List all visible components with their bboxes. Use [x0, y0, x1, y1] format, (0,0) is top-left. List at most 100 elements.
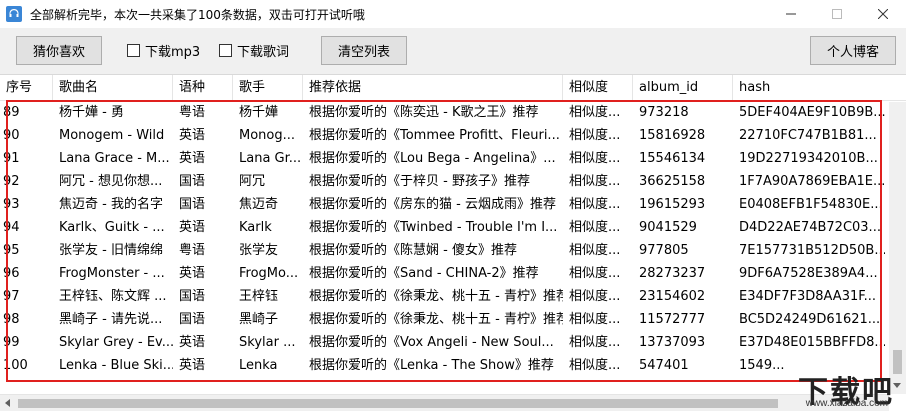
table-row[interactable]: 94 Karlk、Guitk - ... 英语 Karlk 根据你爱听的《Twinbed…: [0, 216, 885, 239]
cell-song: 张学友 - 旧情绵绵: [59, 243, 163, 258]
cell-index: 89: [3, 105, 20, 120]
cell-similarity: 相似度...: [569, 220, 621, 235]
scroll-down-arrow-icon[interactable]: [893, 383, 901, 388]
table-row[interactable]: 98 黑崎子 - 请先说... 国语 黑崎子 根据你爱听的《徐秉龙、桃十五 - 青柠》推…: [0, 308, 885, 331]
cell-basis: 根据你爱听的《Vox Angeli - New Soul...: [309, 335, 554, 350]
column-header-singer[interactable]: 歌手: [233, 75, 303, 101]
maximize-button[interactable]: [814, 0, 860, 28]
cell-similarity: 相似度...: [569, 197, 621, 212]
cell-basis: 根据你爱听的《Lenka - The Show》推荐: [309, 358, 554, 373]
cell-hash: 22710FC747B1B81...: [739, 128, 877, 143]
cell-language: 国语: [179, 289, 206, 304]
download-lyrics-checkbox[interactable]: 下载歌词: [219, 41, 290, 60]
cell-language: 英语: [179, 358, 206, 373]
close-button[interactable]: [860, 0, 906, 28]
cell-singer: 黑崎子: [239, 312, 279, 327]
cell-singer: Lana Gr...: [239, 151, 302, 166]
vertical-scrollbar[interactable]: [889, 102, 906, 394]
guess-you-like-button[interactable]: 猜你喜欢: [16, 36, 102, 65]
close-icon: [878, 9, 888, 19]
cell-album-id: 547401: [639, 358, 689, 373]
cell-similarity: 相似度...: [569, 128, 621, 143]
table-row[interactable]: 100 Lenka - Blue Ski... 英语 Lenka 根据你爱听的《Lenk…: [0, 354, 885, 377]
scroll-thumb[interactable]: [18, 399, 778, 408]
download-mp3-checkbox[interactable]: 下载mp3: [127, 41, 201, 60]
scroll-left-arrow-icon[interactable]: [5, 399, 10, 407]
cell-singer: 阿冗: [239, 174, 266, 189]
column-header-album-id[interactable]: album_id: [633, 75, 733, 101]
maximize-icon: [832, 9, 842, 19]
column-header-similarity[interactable]: 相似度: [563, 75, 633, 101]
window-title: 全部解析完毕，本次一共采集了100条数据，双击可打开试听哦: [30, 7, 365, 22]
checkbox-box[interactable]: [127, 43, 140, 57]
download-mp3-label: 下载mp3: [145, 44, 201, 60]
cell-song: 阿冗 - 想见你想...: [59, 174, 163, 189]
table-row[interactable]: 96 FrogMonster - ... 英语 FrogMo... 根据你爱听的《San…: [0, 262, 885, 285]
cell-basis: 根据你爱听的《陈奕迅 - K歌之王》推荐: [309, 105, 539, 120]
cell-similarity: 相似度...: [569, 358, 621, 373]
personal-blog-button[interactable]: 个人博客: [810, 36, 896, 65]
minimize-icon: [786, 13, 796, 15]
cell-song: Lenka - Blue Ski...: [59, 358, 173, 373]
cell-album-id: 15546134: [639, 151, 706, 166]
cell-singer: 王梓钰: [239, 289, 279, 304]
table-row[interactable]: 99 Skylar Grey - Ev... 英语 Skylar ... 根据你爱听的《…: [0, 331, 885, 354]
cell-language: 英语: [179, 151, 206, 166]
cell-album-id: 973218: [639, 105, 689, 120]
cell-album-id: 28273237: [639, 266, 706, 281]
cell-album-id: 13737093: [639, 335, 706, 350]
table-row[interactable]: 91 Lana Grace - M... 英语 Lana Gr... 根据你爱听的《Lo…: [0, 147, 885, 170]
horizontal-scrollbar[interactable]: [0, 394, 889, 411]
cell-singer: 杨千嬅: [239, 105, 279, 120]
cell-song: 黑崎子 - 请先说...: [59, 312, 163, 327]
scroll-thumb[interactable]: [893, 350, 902, 374]
column-header-basis[interactable]: 推荐依据: [303, 75, 563, 101]
cell-song: 焦迈奇 - 我的名字: [59, 197, 163, 212]
cell-singer: 焦迈奇: [239, 197, 279, 212]
column-header-hash[interactable]: hash: [733, 75, 906, 101]
cell-basis: 根据你爱听的《Twinbed - Trouble I'm I...: [309, 220, 558, 235]
cell-index: 90: [3, 128, 20, 143]
cell-basis: 根据你爱听的《Lou Bega - Angelina》...: [309, 151, 556, 166]
cell-language: 国语: [179, 197, 206, 212]
cell-album-id: 23154602: [639, 289, 706, 304]
minimize-button[interactable]: [768, 0, 814, 28]
cell-hash: E0408EFB1F54830E...: [739, 197, 883, 212]
cell-language: 粤语: [179, 243, 206, 258]
table-row[interactable]: 95 张学友 - 旧情绵绵 粤语 张学友 根据你爱听的《陈慧娴 - 傻女》推荐 相似度..…: [0, 239, 885, 262]
cell-basis: 根据你爱听的《陈慧娴 - 傻女》推荐: [309, 243, 517, 258]
checkbox-box[interactable]: [219, 43, 232, 57]
cell-hash: 19D22719342010B...: [739, 151, 878, 166]
title-bar: 全部解析完毕，本次一共采集了100条数据，双击可打开试听哦: [0, 0, 906, 28]
column-header-language[interactable]: 语种: [173, 75, 233, 101]
cell-basis: 根据你爱听的《Tommee Profitt、Fleuri...: [309, 128, 560, 143]
cell-language: 英语: [179, 266, 206, 281]
cell-hash: E37D48E015BBFFD8...: [739, 335, 885, 350]
toolbar: 猜你喜欢 下载mp3 下载歌词 清空列表 个人博客: [0, 28, 906, 74]
cell-album-id: 11572777: [639, 312, 706, 327]
clear-list-button[interactable]: 清空列表: [321, 36, 407, 65]
cell-similarity: 相似度...: [569, 289, 621, 304]
table-row[interactable]: 93 焦迈奇 - 我的名字 国语 焦迈奇 根据你爱听的《房东的猫 - 云烟成雨》推荐 相似…: [0, 193, 885, 216]
cell-index: 91: [3, 151, 20, 166]
cell-song: Monogem - Wild: [59, 128, 165, 143]
table-row[interactable]: 97 王梓钰、陈文辉 ... 国语 王梓钰 根据你爱听的《徐秉龙、桃十五 - 青柠》推荐…: [0, 285, 885, 308]
cell-song: FrogMonster - ...: [59, 266, 165, 281]
cell-language: 英语: [179, 128, 206, 143]
table-body: 89 杨千嬅 - 勇粤语 杨千嬅 根据你爱听的《陈奕迅 - K歌之王》推荐 相似度...…: [0, 101, 885, 386]
cell-album-id: 977805: [639, 243, 689, 258]
cell-similarity: 相似度...: [569, 243, 621, 258]
cell-index: 94: [3, 220, 20, 235]
download-lyrics-label: 下载歌词: [237, 44, 290, 60]
song-list-table[interactable]: 序号 歌曲名 语种 歌手 推荐依据 相似度 album_id hash 89 杨千…: [0, 74, 906, 411]
cell-similarity: 相似度...: [569, 174, 621, 189]
cell-basis: 根据你爱听的《房东的猫 - 云烟成雨》推荐: [309, 197, 556, 212]
cell-language: 国语: [179, 312, 206, 327]
cell-language: 国语: [179, 174, 206, 189]
table-row[interactable]: 92 阿冗 - 想见你想... 国语 阿冗 根据你爱听的《于梓贝 - 野孩子》推荐 相似度…: [0, 170, 885, 193]
table-row[interactable]: 90 Monogem - Wild 英语 Monog... 根据你爱听的《Tommee …: [0, 124, 885, 147]
table-row[interactable]: 89 杨千嬅 - 勇 粤语 杨千嬅 根据你爱听的《陈奕迅 - K歌之王》推荐 相似度...…: [0, 101, 885, 124]
column-header-index[interactable]: 序号: [0, 75, 53, 101]
column-header-song[interactable]: 歌曲名: [53, 75, 173, 101]
cell-index: 96: [3, 266, 20, 281]
